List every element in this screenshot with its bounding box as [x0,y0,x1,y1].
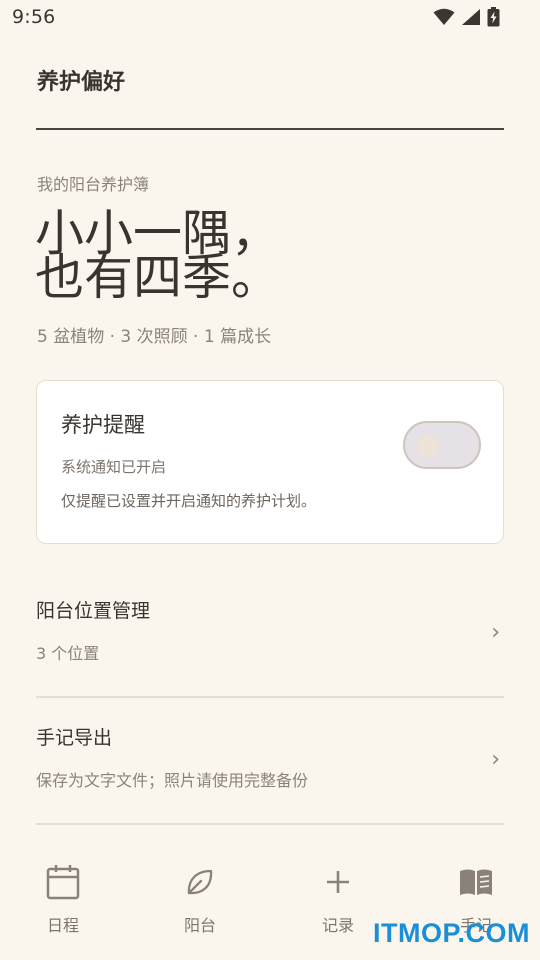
reminder-toggle[interactable] [403,421,481,469]
toggle-knob [417,435,439,457]
hero-line-2: 也有四季。 [35,249,281,306]
nav-label: 阳台 [183,916,216,935]
nav-item-balcony[interactable]: 阳台 [155,862,245,952]
chevron-right-icon: › [491,747,500,772]
status-icons [433,6,500,28]
reminder-card: 养护提醒 系统通知已开启 仅提醒已设置并开启通知的养护计划。 [36,380,504,544]
screen: 9:56 养护偏好 我的阳台养护簿 小小一隅， 也有四季。 5 盆植物 · 3 … [0,0,540,960]
calendar-icon [46,865,80,900]
hero-heading: 小小一隅， 也有四季。 [35,209,281,306]
nav-item-schedule[interactable]: 日程 [18,862,108,952]
nav-label: 日程 [46,916,79,935]
leaf-icon [187,869,213,895]
row-subtitle: 保存为文字文件；照片请使用完整备份 [36,771,309,790]
nav-label: 记录 [321,916,354,935]
stats-summary: 5 盆植物 · 3 次照顾 · 1 篇成长 [37,327,272,347]
watermark-logo: ITMOP.COM [372,918,530,948]
status-bar: 9:56 [0,0,540,36]
row-balcony-locations[interactable]: 阳台位置管理 3 个位置 › [36,570,504,697]
plus-icon [327,871,349,893]
row-journal-export[interactable]: 手记导出 保存为文字文件；照片请使用完整备份 › [36,697,504,824]
battery-icon [487,7,500,27]
kicker-text: 我的阳台养护簿 [37,175,150,194]
nav-item-record[interactable]: 记录 [293,862,383,952]
reminder-title: 养护提醒 [61,413,145,437]
row-divider [36,823,504,825]
book-icon [460,869,492,895]
reminder-note: 仅提醒已设置并开启通知的养护计划。 [61,492,317,510]
row-title: 阳台位置管理 [36,600,151,622]
reminder-status: 系统通知已开启 [61,458,167,476]
header-divider [36,128,504,130]
page-title: 养护偏好 [37,70,126,95]
cellular-signal-icon [462,9,480,25]
row-subtitle: 3 个位置 [36,644,100,663]
row-title: 手记导出 [36,727,113,749]
status-time: 9:56 [12,6,56,28]
wifi-icon [433,8,455,25]
chevron-right-icon: › [491,620,500,645]
